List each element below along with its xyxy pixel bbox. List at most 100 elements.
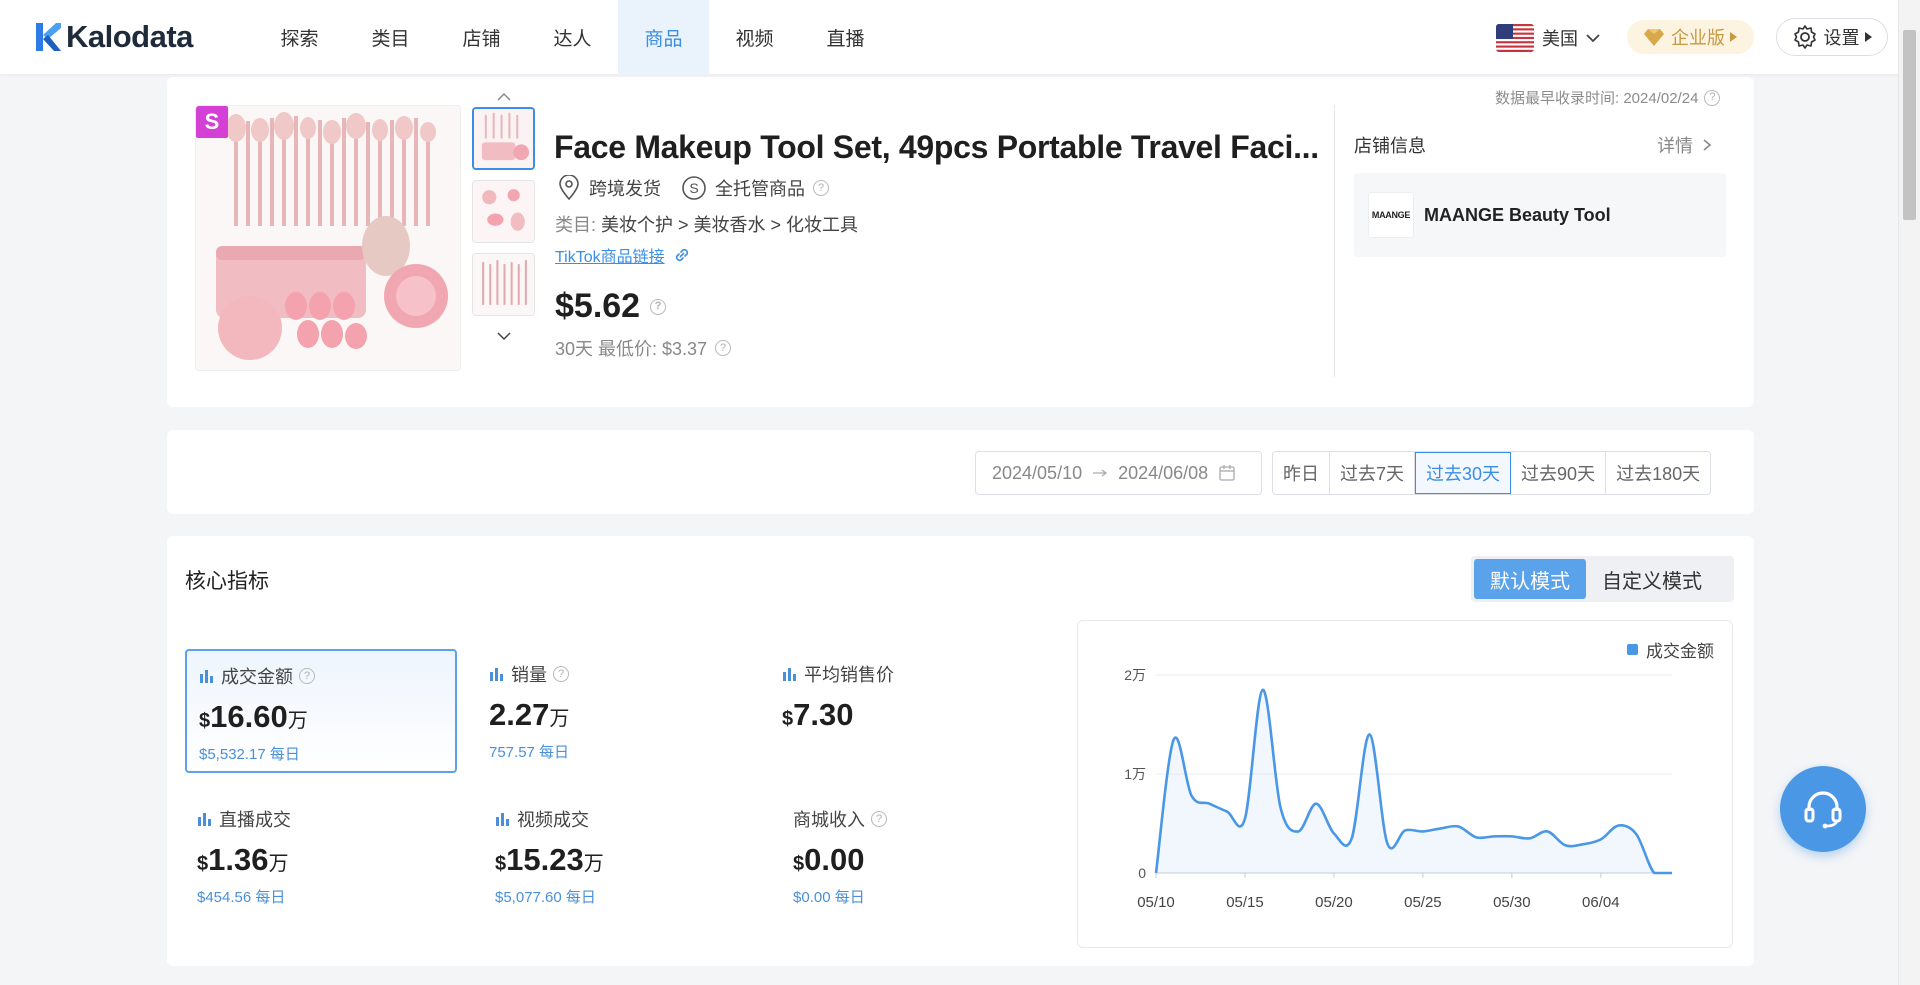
store-card[interactable]: MAANGE MAANGE Beauty Tool xyxy=(1354,173,1726,257)
region-label: 美国 xyxy=(1542,29,1578,49)
core-metrics-card: 核心指标 默认模式 自定义模式 成交金额 ? $16.60万 $5,532.17… xyxy=(167,536,1754,966)
thumbnail-2[interactable] xyxy=(472,180,535,243)
y-tick-label: 0 xyxy=(1138,865,1146,881)
store-details-link[interactable]: 详情 xyxy=(1657,132,1712,158)
thumbnail-strip xyxy=(472,87,536,346)
calendar-icon xyxy=(1219,465,1235,481)
legend-swatch xyxy=(1627,644,1638,655)
location-pin-icon xyxy=(559,175,579,201)
chevron-down-icon xyxy=(1586,34,1600,43)
mode-switch: 默认模式 自定义模式 xyxy=(1471,556,1734,602)
gear-icon xyxy=(1793,25,1816,49)
metric-sales[interactable]: 销量 ? 2.27万 757.57 每日 xyxy=(477,649,749,773)
metric-gmv[interactable]: 成交金额 ? $16.60万 $5,532.17 每日 xyxy=(185,649,457,773)
product-price: $5.62 ? xyxy=(555,287,667,326)
currency-symbol: $ xyxy=(199,710,211,732)
store-info-title: 店铺信息 xyxy=(1354,136,1426,156)
preset-30-days[interactable]: 过去30天 xyxy=(1415,452,1512,494)
metric-mall-revenue[interactable]: 商城收入 ? $0.00 $0.00 每日 xyxy=(781,794,1053,918)
dollar-circle-icon: S xyxy=(682,176,706,200)
thumbnail-3[interactable] xyxy=(472,253,535,316)
earliest-record-text: 数据最早收录时间: 2024/02/24 xyxy=(1495,90,1699,107)
help-icon[interactable]: ? xyxy=(650,298,667,315)
legend-label: 成交金额 xyxy=(1646,642,1714,661)
chevron-down-icon xyxy=(496,332,511,341)
bar-chart-icon xyxy=(490,668,503,681)
store-details-label: 详情 xyxy=(1657,136,1693,156)
enterprise-button[interactable]: 企业版 xyxy=(1627,20,1754,54)
metric-daily: $454.56 每日 xyxy=(197,889,286,906)
date-end: 2024/06/08 xyxy=(1118,462,1209,483)
metric-label: 销量 xyxy=(511,665,547,685)
product-tags: 跨境发货 S 全托管商品 ? xyxy=(557,175,829,201)
customer-service-button[interactable] xyxy=(1780,766,1866,852)
price-value: $5.62 xyxy=(555,287,641,325)
custom-mode-button[interactable]: 自定义模式 xyxy=(1586,559,1718,599)
metric-video-gmv[interactable]: 视频成交 $15.23万 $5,077.60 每日 xyxy=(483,794,755,918)
metric-value: 16.60 xyxy=(210,699,288,734)
preset-7-days[interactable]: 过去7天 xyxy=(1330,452,1416,494)
help-icon[interactable]: ? xyxy=(553,666,569,682)
metric-value: 15.23 xyxy=(506,842,584,877)
nav-item-creators[interactable]: 达人 xyxy=(527,0,618,75)
bar-chart-icon xyxy=(496,813,509,826)
y-tick-label: 1万 xyxy=(1124,766,1146,782)
link-icon xyxy=(675,248,688,262)
top-navigation-bar: Kalodata 探索 类目 店铺 达人 商品 视频 直播 美国 企业版 设置 xyxy=(0,0,1920,75)
thumbnail-up-button[interactable] xyxy=(472,87,535,107)
chevron-right-icon xyxy=(1703,139,1712,151)
divider xyxy=(1334,105,1335,377)
settings-button[interactable]: 设置 xyxy=(1776,18,1888,56)
tag-fully-managed: S 全托管商品 ? xyxy=(681,175,829,201)
currency-symbol: $ xyxy=(197,853,209,875)
nav-item-categories[interactable]: 类目 xyxy=(345,0,436,75)
metric-value: 0.00 xyxy=(804,842,865,877)
tiktok-product-link[interactable]: TikTok商品链接 xyxy=(555,243,691,267)
preset-yesterday[interactable]: 昨日 xyxy=(1273,452,1330,494)
chart-legend[interactable]: 成交金额 xyxy=(1627,637,1714,662)
nav-item-products[interactable]: 商品 xyxy=(618,0,709,75)
kalodata-logo[interactable]: Kalodata xyxy=(34,19,193,54)
bar-chart-icon xyxy=(783,668,796,681)
help-icon[interactable]: ? xyxy=(715,340,732,356)
thumbnail-1[interactable] xyxy=(472,107,535,170)
category-path[interactable]: 美妆个护 > 美妆香水 > 化妆工具 xyxy=(601,215,858,235)
help-icon[interactable]: ? xyxy=(299,668,315,684)
bar-chart-icon xyxy=(200,670,213,683)
core-metrics-title: 核心指标 xyxy=(185,570,269,593)
date-start: 2024/05/10 xyxy=(992,462,1083,483)
default-mode-button[interactable]: 默认模式 xyxy=(1474,559,1586,599)
nav-item-live[interactable]: 直播 xyxy=(800,0,891,75)
page-scrollbar[interactable] xyxy=(1898,0,1920,985)
product-main-image[interactable]: S xyxy=(195,105,461,371)
nav-item-explore[interactable]: 探索 xyxy=(254,0,345,75)
headset-icon xyxy=(1804,791,1842,829)
nav-item-shops[interactable]: 店铺 xyxy=(436,0,527,75)
metric-daily: $5,532.17 每日 xyxy=(199,746,300,763)
arrow-right-icon xyxy=(1093,469,1108,477)
nav-item-videos[interactable]: 视频 xyxy=(709,0,800,75)
diamond-icon xyxy=(1644,29,1664,46)
brand-name: Kalodata xyxy=(66,19,193,54)
preset-180-days[interactable]: 过去180天 xyxy=(1606,452,1711,494)
metric-unit: 万 xyxy=(287,710,308,732)
metric-live-gmv[interactable]: 直播成交 $1.36万 $454.56 每日 xyxy=(185,794,457,918)
settings-label: 设置 xyxy=(1823,28,1860,48)
metric-label: 视频成交 xyxy=(517,810,589,830)
lowest-price-30d: 30天 最低价: $3.37 ? xyxy=(555,335,732,361)
thumbnail-down-button[interactable] xyxy=(472,326,535,346)
metric-avg-price[interactable]: 平均销售价 $7.30 xyxy=(770,649,1042,773)
product-info-card: 数据最早收录时间: 2024/02/24 ? S Face Makeup Too… xyxy=(167,77,1754,407)
help-icon[interactable]: ? xyxy=(813,180,829,196)
scrollbar-thumb[interactable] xyxy=(1903,30,1916,220)
x-tick-label: 05/20 xyxy=(1315,894,1353,911)
preset-90-days[interactable]: 过去90天 xyxy=(1511,452,1607,494)
region-selector[interactable]: 美国 xyxy=(1496,22,1602,54)
series-area xyxy=(1156,689,1672,873)
help-icon[interactable]: ? xyxy=(871,811,887,827)
date-range-picker[interactable]: 2024/05/10 2024/06/08 xyxy=(975,451,1262,495)
caret-right-icon xyxy=(1730,32,1737,42)
metric-daily: $0.00 每日 xyxy=(793,889,865,906)
bar-chart-icon xyxy=(198,813,211,826)
help-icon[interactable]: ? xyxy=(1704,89,1721,106)
